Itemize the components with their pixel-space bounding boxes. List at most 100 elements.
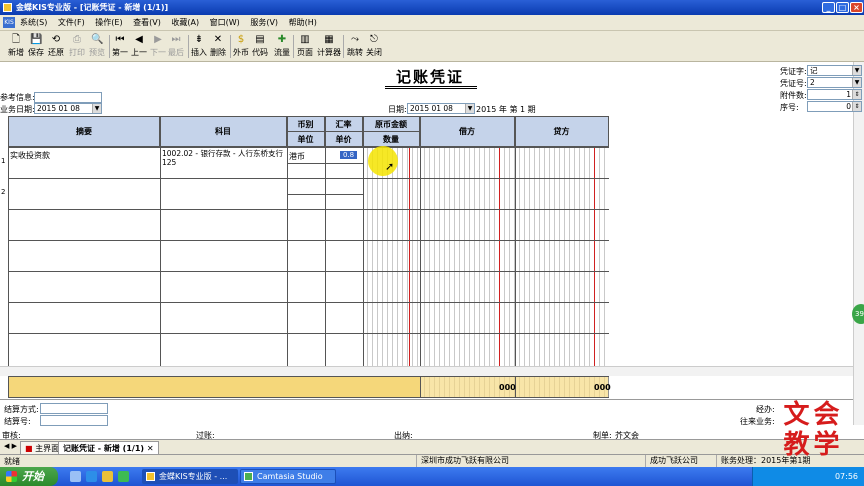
last-button[interactable]: ⏭ 最后 (166, 34, 186, 58)
contact-label: 往来业务: (740, 417, 775, 426)
settle-method-input[interactable] (40, 403, 108, 414)
spin-icon[interactable]: ⇕ (852, 90, 861, 99)
start-button[interactable]: 开始 (0, 467, 58, 486)
vertical-scrollbar[interactable] (853, 62, 864, 425)
menu-window[interactable]: 窗口(W) (210, 15, 240, 31)
next-button[interactable]: ▶ 下一 (148, 34, 168, 58)
menu-file[interactable]: 文件(F) (58, 15, 85, 31)
print-button[interactable]: ⎙ 打印 (67, 34, 87, 58)
menu-favorites[interactable]: 收藏(A) (171, 15, 199, 31)
sequence-stepper[interactable]: 0 ⇕ (807, 101, 862, 112)
decimal-divider (499, 148, 500, 376)
mouse-pointer-icon: ➚ (385, 160, 395, 173)
tab-close-icon[interactable]: ✕ (147, 444, 154, 453)
grid-line (325, 117, 326, 376)
first-record-icon: ⏮ (115, 34, 125, 45)
dropdown-arrow-icon[interactable]: ▼ (465, 104, 474, 113)
totals-row: 000 000 (8, 376, 611, 398)
col-credit-header: 贷方 (515, 117, 609, 147)
grid-line (160, 117, 161, 376)
minimize-button[interactable]: _ (822, 2, 835, 13)
voucher-word-select[interactable]: 记 ▼ (807, 65, 862, 76)
total-credit: 000 (594, 383, 611, 392)
debit-ledger (420, 148, 515, 376)
preview-button[interactable]: 🔍 预览 (87, 34, 107, 58)
voucher-footer: 结算方式: 结算号: 经办: 往来业务: 审核: 过账: 出纳: 制单: 芥文会 (0, 399, 853, 440)
menu-help[interactable]: 帮助(H) (289, 15, 317, 31)
floating-badge[interactable]: 39 (852, 304, 864, 324)
window-title: 金蝶KIS专业版 - [记账凭证 - 新增 (1/1)] (16, 3, 169, 12)
code-icon: ▤ (255, 34, 265, 45)
currency-button[interactable]: $ 外币 (231, 34, 251, 58)
row1-account-cell[interactable]: 1002.02 - 银行存款 - 人行东桥支行125 (162, 149, 286, 167)
biz-date-label: 业务日期: (0, 105, 35, 114)
settle-no-input[interactable] (40, 415, 108, 426)
menu-system[interactable]: 系统(S) (20, 15, 47, 31)
flow-button[interactable]: ✚ 流量 (272, 34, 292, 58)
dropdown-arrow-icon[interactable]: ▼ (92, 104, 101, 113)
jump-button[interactable]: ⤳ 跳转 (345, 34, 365, 58)
row-number: 2 (1, 188, 6, 196)
folder-icon[interactable] (102, 471, 113, 482)
grid-line (420, 117, 421, 376)
tab-voucher[interactable]: 记账凭证 - 新增 (1/1) ✕ (58, 441, 159, 454)
col-account-header: 科目 (160, 117, 287, 147)
dropdown-arrow-icon[interactable]: ▼ (852, 66, 861, 75)
media-icon[interactable] (118, 471, 129, 482)
toolbar: 🗋 新增 💾 保存 ⟲ 还原 ⎙ 打印 🔍 预览 ⏮ 第一 ◀ 上一 ▶ 下一 ⏭ 最后 ⇟ 插入 … (0, 31, 864, 62)
sequence-label: 序号: (780, 103, 799, 112)
ref-info-input[interactable] (34, 92, 102, 103)
menu-view[interactable]: 查看(V) (133, 15, 161, 31)
row1-summary-cell[interactable]: 实收投资款 (10, 150, 50, 161)
date-label: 日期: (388, 105, 407, 114)
menu-service[interactable]: 服务(V) (250, 15, 278, 31)
menu-bar: KIS 系统(S) 文件(F) 操作(E) 查看(V) 收藏(A) 窗口(W) … (0, 15, 864, 31)
close-button[interactable]: ⎋ 关闭 (364, 34, 384, 58)
first-button[interactable]: ⏮ 第一 (110, 34, 130, 58)
voucher-no-select[interactable]: 2 ▼ (807, 77, 862, 88)
calculator-button[interactable]: ▦ 计算器 (316, 34, 342, 58)
col-rate-header: 汇率 (325, 117, 363, 132)
spin-icon[interactable]: ⇕ (852, 102, 861, 111)
page-button[interactable]: ▥ 页面 (295, 34, 315, 58)
save-button[interactable]: 💾 保存 (26, 34, 46, 58)
dropdown-arrow-icon[interactable]: ▼ (852, 78, 861, 87)
delete-button[interactable]: ✕ 删除 (208, 34, 228, 58)
new-button[interactable]: 🗋 新增 (6, 34, 26, 58)
restore-button[interactable]: ⟲ 还原 (46, 34, 66, 58)
maximize-button[interactable]: □ (836, 2, 849, 13)
ie-icon[interactable] (86, 471, 97, 482)
tab-scroll-arrows-icon[interactable]: ◀ ▶ (4, 442, 17, 450)
voucher-word-label: 凭证字: (780, 67, 807, 76)
col-unit-header: 单位 (287, 132, 325, 147)
insert-button[interactable]: ⇟ 插入 (189, 34, 209, 58)
row1-rate-input[interactable]: 0.8 (340, 151, 358, 159)
grid-subline (287, 194, 363, 195)
voucher-no-label: 凭证号: (780, 79, 807, 88)
kis-app-icon (146, 472, 155, 481)
print-icon: ⎙ (73, 34, 81, 45)
calculator-icon: ▦ (324, 34, 334, 45)
row1-currency-cell[interactable]: 港币 (289, 151, 305, 162)
attachments-label: 附件数: (780, 91, 807, 100)
window-titlebar: 金蝶KIS专业版 - [记账凭证 - 新增 (1/1)] _ □ × (0, 0, 864, 15)
prev-button[interactable]: ◀ 上一 (129, 34, 149, 58)
col-currency-header: 币别 (287, 117, 325, 132)
grid-line (420, 377, 421, 397)
col-summary-header: 摘要 (9, 117, 160, 147)
new-document-icon: 🗋 (11, 34, 21, 45)
close-window-button[interactable]: × (850, 2, 863, 13)
date-picker[interactable]: 2015 01 08 ▼ (407, 103, 475, 114)
menu-operate[interactable]: 操作(E) (95, 15, 122, 31)
watermark-line1: 文会 (783, 400, 844, 430)
biz-date-picker[interactable]: 2015 01 08 ▼ (34, 103, 102, 114)
col-debit-header: 借方 (420, 117, 515, 147)
task-camtasia[interactable]: Camtasia Studio (240, 469, 336, 484)
grid-subline (287, 163, 363, 164)
task-kis[interactable]: 金蝶KIS专业版 - ... (142, 469, 238, 484)
quick-launch-icon[interactable] (70, 471, 81, 482)
horizontal-scrollbar[interactable] (0, 366, 853, 376)
col-quantity-header: 数量 (363, 132, 420, 147)
attachments-stepper[interactable]: 1 ⇕ (807, 89, 862, 100)
code-button[interactable]: ▤ 代码 (250, 34, 270, 58)
